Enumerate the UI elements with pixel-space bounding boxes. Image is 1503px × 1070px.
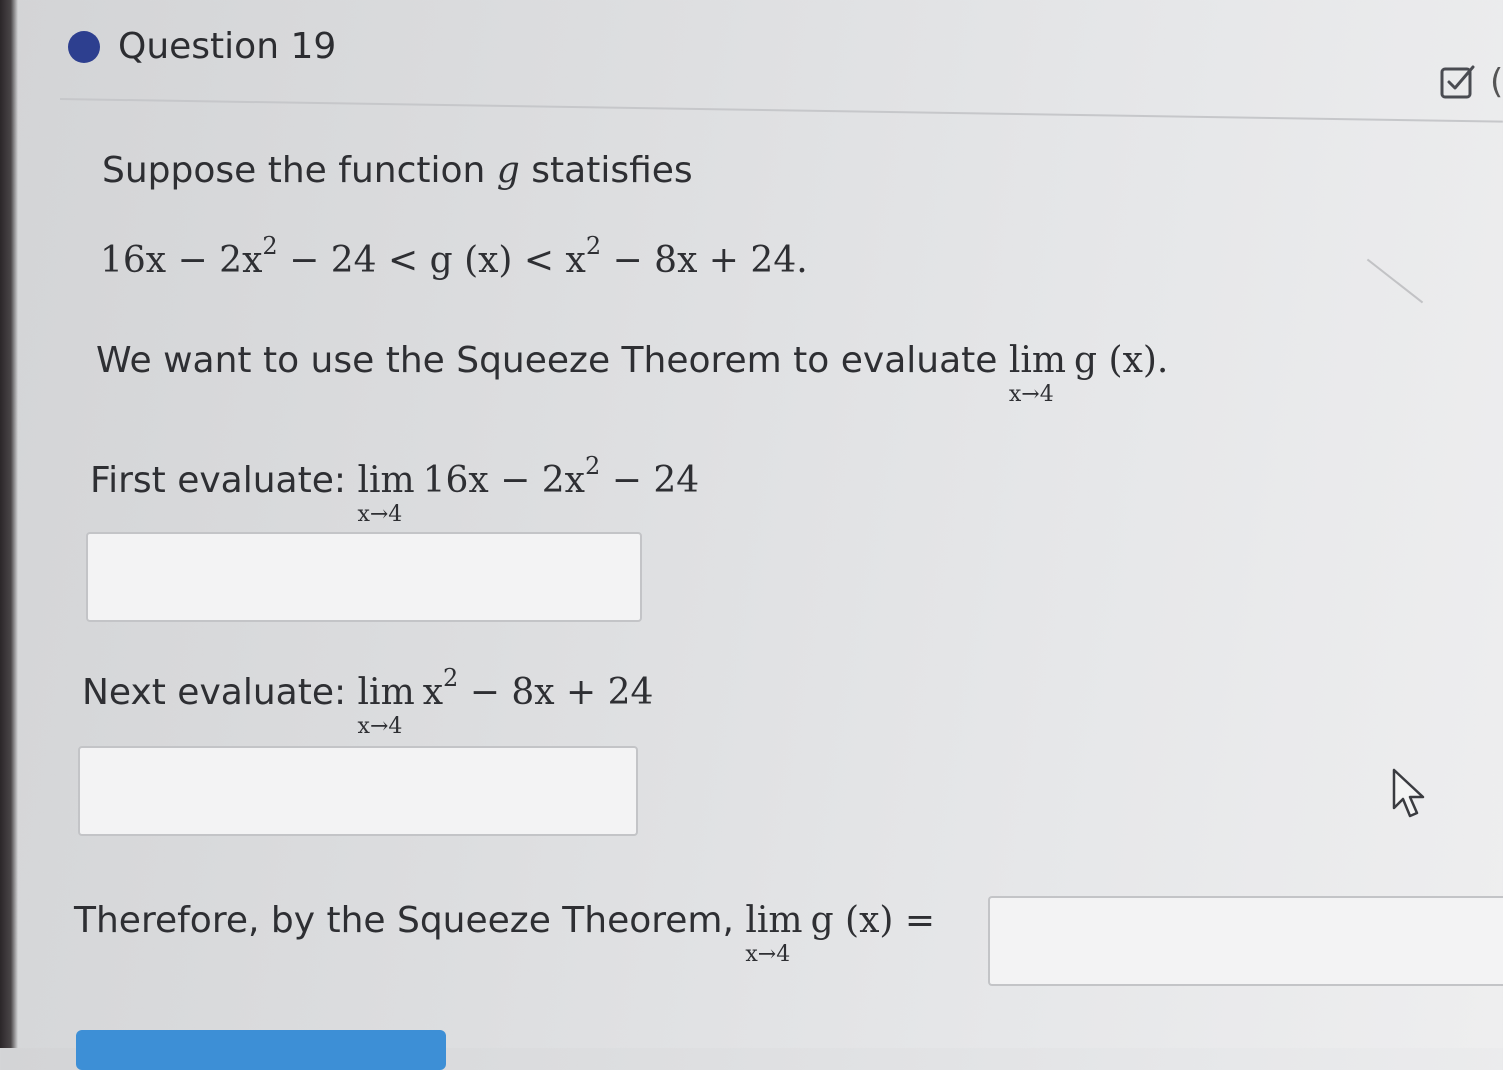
intro-text: Suppose the function	[102, 150, 497, 191]
conclusion-limit: lim x→4	[745, 900, 803, 967]
question-status-dot	[68, 30, 100, 63]
screen-bezel-edge	[0, 0, 18, 1048]
first-label: First evaluate:	[90, 460, 358, 501]
intro-var: g	[496, 150, 520, 191]
conclusion-equals: =	[893, 900, 936, 941]
first-lim-sub: x→4	[357, 502, 403, 527]
next-answer-input[interactable]	[78, 746, 638, 836]
question-header: Question 19	[68, 26, 336, 67]
submit-button[interactable]	[76, 1030, 446, 1070]
next-limit: lim x→4	[357, 672, 415, 739]
next-lim-word: lim	[357, 672, 415, 713]
edit-checkbox-icon[interactable]	[1440, 63, 1476, 99]
conclusion-expr: g (x)	[810, 900, 894, 941]
next-lim-sub: x→4	[357, 714, 403, 739]
final-answer-input[interactable]	[988, 896, 1503, 986]
ineq-left-exp: 2	[262, 232, 278, 260]
next-label: Next evaluate:	[82, 672, 358, 713]
first-answer-input[interactable]	[86, 532, 642, 622]
ineq-right-exp: 2	[585, 232, 602, 260]
goal-lim-sub: x→4	[1008, 382, 1054, 407]
goal-lim-word: lim	[1008, 340, 1067, 381]
ineq-middle: g (x)	[429, 240, 513, 281]
goal-limit: lim x→4	[1008, 340, 1067, 407]
question-title: Question 19	[118, 26, 337, 67]
ineq-right-tail: − 8x + 24.	[601, 240, 808, 281]
ineq-left-tail: − 24 <	[277, 240, 430, 281]
conclusion-statement: Therefore, by the Squeeze Theorem, lim x→…	[74, 900, 936, 967]
ineq-middle-tail: < x	[512, 240, 586, 281]
next-expr: x2 − 8x + 24	[422, 664, 654, 713]
inequality: 16x − 2x2 − 24 < g (x) < x2 − 8x + 24.	[100, 234, 808, 281]
goal-statement: We want to use the Squeeze Theorem to ev…	[96, 340, 1169, 407]
first-expr: 16x − 2x2 − 24	[422, 452, 700, 501]
problem-intro: Suppose the function g statisfies	[102, 150, 693, 191]
intro-end: statisfies	[519, 150, 693, 191]
goal-expr: g (x).	[1074, 340, 1169, 381]
conclusion-label: Therefore, by the Squeeze Theorem,	[74, 900, 746, 941]
partial-icon-edge: (	[1490, 62, 1503, 102]
first-lim-word: lim	[357, 460, 415, 501]
next-evaluate-prompt: Next evaluate: lim x→4 x2 − 8x + 24	[82, 664, 654, 739]
first-limit: lim x→4	[357, 460, 415, 527]
header-divider	[59, 98, 1503, 123]
screen-glare	[1366, 258, 1424, 304]
goal-text: We want to use the Squeeze Theorem to ev…	[96, 340, 1009, 381]
ineq-left: 16x − 2x	[100, 240, 263, 281]
mouse-pointer-icon	[1392, 768, 1425, 818]
first-evaluate-prompt: First evaluate: lim x→4 16x − 2x2 − 24	[90, 452, 700, 527]
conclusion-lim-sub: x→4	[745, 942, 791, 967]
conclusion-lim-word: lim	[745, 900, 803, 941]
